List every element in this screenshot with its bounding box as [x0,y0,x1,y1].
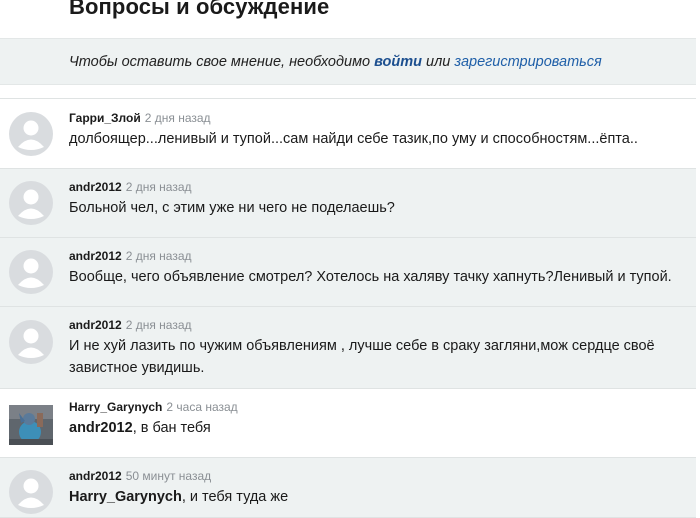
comment-author[interactable]: andr2012 [69,469,122,483]
register-link[interactable]: зарегистрироваться [454,54,601,70]
comment-text: долбоящер...ленивый и тупой...сам найди … [69,131,638,147]
comment-author[interactable]: Harry_Garynych [69,400,162,414]
default-avatar-icon[interactable] [9,250,53,294]
comment-meta: andr2012 2 дня назад [69,180,192,194]
comment-time: 50 минут назад [125,469,212,483]
notice-or: или [426,54,451,70]
page-title: Вопросы и обсуждение [69,0,330,19]
login-link[interactable]: войти [374,54,422,70]
comment-meta: andr2012 50 минут назад [69,469,211,483]
comments-list: Гарри_Злой 2 дня назад долбоящер...ленивы… [0,98,696,518]
comment-author[interactable]: andr2012 [69,180,122,194]
comment-meta: Harry_Garynych 2 часа назад [69,400,238,414]
comment-meta: Гарри_Злой 2 дня назад [69,111,211,125]
login-notice: Чтобы оставить свое мнение, необходимо в… [0,38,696,85]
comment-meta: andr2012 2 дня назад [69,318,192,332]
comment-meta: andr2012 2 дня назад [69,249,192,263]
comment-time: 2 дня назад [125,180,192,194]
comment-mention[interactable]: andr2012 [69,420,133,436]
comment-item: Harry_Garynych 2 часа назад andr2012, в б… [0,389,696,458]
comment-item: andr2012 2 дня назад И не хуй лазить по ч… [0,307,696,389]
user-photo-avatar[interactable] [9,405,53,445]
default-avatar-icon[interactable] [9,320,53,364]
comment-text: И не хуй лазить по чужим объявлениям , л… [69,338,655,376]
comment-item: andr2012 2 дня назад Больной чел, с этим … [0,169,696,238]
comment-time: 2 дня назад [125,249,192,263]
default-avatar-icon[interactable] [9,470,53,514]
comment-item: Гарри_Злой 2 дня назад долбоящер...ленивы… [0,99,696,169]
comment-author[interactable]: andr2012 [69,318,122,332]
comment-time: 2 часа назад [166,400,238,414]
comment-author[interactable]: Гарри_Злой [69,111,141,125]
comment-text: Harry_Garynych, и тебя туда же [69,486,678,508]
comment-item: andr2012 2 дня назад Вообще, чего объявле… [0,238,696,307]
login-notice-text: Чтобы оставить свое мнение, необходимо в… [69,54,602,70]
notice-prefix: Чтобы оставить свое мнение, необходимо [69,54,371,70]
comment-text: Вообще, чего объявление смотрел? Хотелос… [69,269,672,285]
comment-text: andr2012, в бан тебя [69,417,678,439]
comment-time: 2 дня назад [125,318,192,332]
comment-mention[interactable]: Harry_Garynych [69,489,182,505]
comment-time: 2 дня назад [144,111,211,125]
default-avatar-icon[interactable] [9,181,53,225]
comment-author[interactable]: andr2012 [69,249,122,263]
comment-body: , и тебя туда же [181,489,289,505]
comment-body: , в бан тебя [132,420,211,436]
comment-text: Больной чел, с этим уже ни чего не подел… [69,200,395,216]
default-avatar-icon[interactable] [9,112,53,156]
comment-item: andr2012 50 минут назад Harry_Garynych, и… [0,458,696,518]
